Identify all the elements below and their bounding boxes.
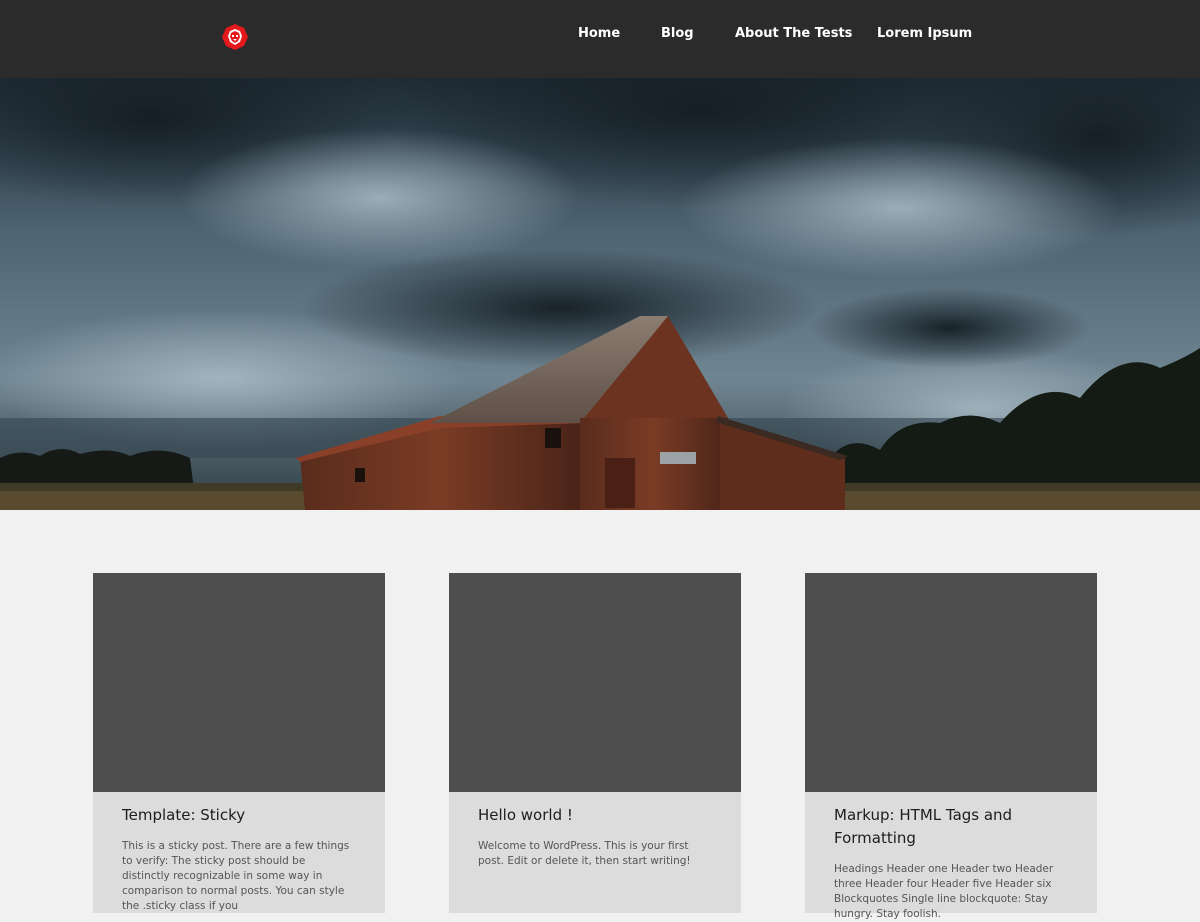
hero-banner <box>0 78 1200 510</box>
post-thumbnail[interactable] <box>449 573 741 792</box>
nav-item-about-the-tests[interactable]: About The Tests <box>735 26 852 41</box>
post-card: Template: Sticky This is a sticky post. … <box>93 573 385 913</box>
main-nav: Home Blog About The Tests Lorem Ipsum <box>0 26 1200 46</box>
nav-item-home[interactable]: Home <box>578 26 620 41</box>
post-card: Markup: HTML Tags and Formatting Heading… <box>805 573 1097 920</box>
post-thumbnail[interactable] <box>805 573 1097 792</box>
post-title[interactable]: Template: Sticky <box>122 804 356 827</box>
post-thumbnail[interactable] <box>93 573 385 792</box>
post-excerpt: Welcome to WordPress. This is your first… <box>478 840 691 867</box>
post-title[interactable]: Hello world ! <box>478 804 712 827</box>
post-title[interactable]: Markup: HTML Tags and Formatting <box>834 804 1068 850</box>
post-body: Template: Sticky This is a sticky post. … <box>93 792 385 914</box>
post-body: Markup: HTML Tags and Formatting Heading… <box>805 792 1097 922</box>
post-body: Hello world ! Welcome to WordPress. This… <box>449 792 741 869</box>
site-header: Home Blog About The Tests Lorem Ipsum <box>0 0 1200 78</box>
post-grid: Template: Sticky This is a sticky post. … <box>0 510 1200 920</box>
nav-item-lorem-ipsum[interactable]: Lorem Ipsum <box>877 26 972 41</box>
post-excerpt: Headings Header one Header two Header th… <box>834 863 1054 920</box>
nav-item-blog[interactable]: Blog <box>661 26 694 41</box>
hero-image <box>0 78 1200 510</box>
post-excerpt: This is a sticky post. There are a few t… <box>122 840 350 912</box>
post-card: Hello world ! Welcome to WordPress. This… <box>449 573 741 913</box>
